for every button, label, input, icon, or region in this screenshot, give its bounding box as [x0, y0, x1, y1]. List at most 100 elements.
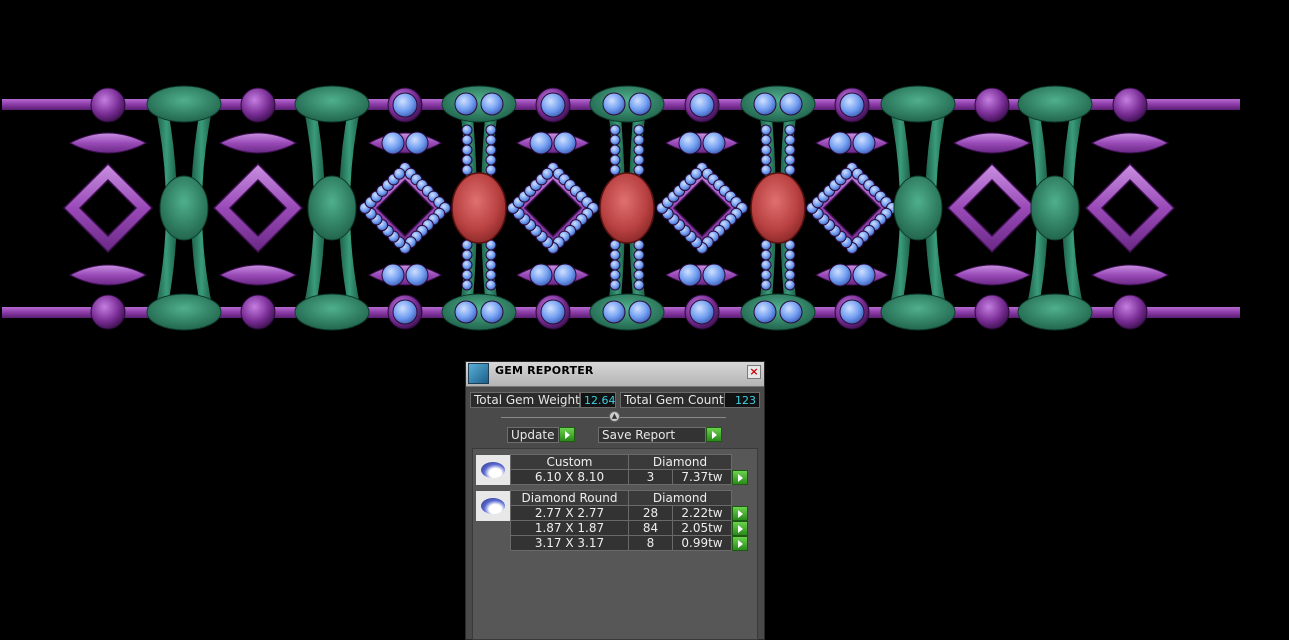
purple-marquise [664, 132, 740, 154]
diamond-stone [461, 259, 473, 271]
diamond-stone [485, 134, 497, 146]
purple-marquise [367, 132, 443, 154]
table-row: 2.77 X 2.77 28 2.22tw [510, 505, 749, 521]
diamond-stone [702, 263, 726, 287]
gem-thumbnail-icon[interactable] [475, 490, 511, 522]
diamond-stone [461, 144, 473, 156]
purple-marquise [367, 264, 443, 286]
purple-bead [974, 294, 1010, 330]
slider-knob-icon[interactable]: ▲ [609, 411, 620, 422]
purple-marquise [515, 132, 591, 154]
diamond-stone [628, 300, 652, 324]
diamond-stone [609, 134, 621, 146]
gem-size: 1.87 X 1.87 [510, 520, 629, 536]
gem-weight: 2.22tw [672, 505, 732, 521]
diamond-stone [609, 144, 621, 156]
gem-reporter-app-icon [468, 363, 489, 384]
row-go-icon[interactable] [732, 469, 748, 485]
diamond-stone [602, 300, 626, 324]
green-center [159, 175, 209, 241]
gem-group-custom: Custom Diamond 6.10 X 8.10 3 7.37tw [510, 454, 749, 485]
purple-bead [90, 87, 126, 123]
table-row: 3.17 X 3.17 8 0.99tw [510, 535, 749, 551]
green-cap [880, 85, 956, 123]
gem-size: 2.77 X 2.77 [510, 505, 629, 521]
save-report-button[interactable]: Save Report [598, 427, 706, 443]
diamond-stone [454, 300, 478, 324]
purple-marquise [515, 264, 591, 286]
diamond-stone [760, 124, 772, 136]
diamond-stone [852, 131, 876, 155]
diamond-stone [840, 167, 853, 180]
diamond-stone [678, 131, 702, 155]
diamond-stone [485, 249, 497, 261]
purple-marquise [814, 264, 890, 286]
diamond-stone [689, 299, 715, 325]
diamond-stone [633, 164, 645, 176]
purple-diamond-frame [946, 162, 1038, 254]
diamond-stone [779, 92, 803, 116]
save-report-go-icon[interactable] [706, 427, 722, 442]
diamond-stone [609, 249, 621, 261]
diamond-stone [628, 92, 652, 116]
diamond-stone [760, 279, 772, 291]
diamond-stone [784, 279, 796, 291]
diamond-stone [753, 300, 777, 324]
diamond-stone [529, 131, 553, 155]
row-go-icon[interactable] [732, 520, 748, 536]
diamond-stone [784, 144, 796, 156]
diamond-stone [485, 154, 497, 166]
green-cap [294, 293, 370, 331]
gem-size: 3.17 X 3.17 [510, 535, 629, 551]
update-button[interactable]: Update [507, 427, 559, 443]
gem-count: 3 [628, 469, 673, 485]
purple-marquise [664, 264, 740, 286]
diamond-stone [393, 167, 406, 180]
diamond-stone [609, 124, 621, 136]
diamond-stone [381, 263, 405, 287]
purple-diamond-frame [1084, 162, 1176, 254]
diamond-stone [760, 164, 772, 176]
total-count-value: 123 [724, 392, 760, 408]
gem-count: 28 [628, 505, 673, 521]
diamond-stone [553, 263, 577, 287]
green-cap [441, 293, 517, 331]
diamond-stone [678, 263, 702, 287]
diamond-stone [461, 124, 473, 136]
purple-marquise [1090, 264, 1170, 286]
panel-titlebar[interactable]: GEM REPORTER × [466, 362, 764, 387]
diamond-stone [485, 269, 497, 281]
diamond-stone [633, 259, 645, 271]
gem-thumbnail-icon[interactable] [475, 454, 511, 486]
diamond-stone [461, 134, 473, 146]
purple-marquise [952, 264, 1032, 286]
row-go-icon[interactable] [732, 535, 748, 551]
gem-count: 84 [628, 520, 673, 536]
diamond-stone [690, 167, 703, 180]
gem-count: 8 [628, 535, 673, 551]
diamond-stone [454, 92, 478, 116]
row-go-icon[interactable] [732, 505, 748, 521]
purple-bead [1112, 87, 1148, 123]
table-row: 1.87 X 1.87 84 2.05tw [510, 520, 749, 536]
close-icon[interactable]: × [747, 365, 761, 379]
update-go-icon[interactable] [559, 427, 575, 442]
diamond-stone [461, 269, 473, 281]
panel-title: GEM REPORTER [495, 364, 594, 377]
diamond-stone [485, 124, 497, 136]
diamond-stone [461, 154, 473, 166]
diamond-stone [784, 249, 796, 261]
purple-bead [974, 87, 1010, 123]
diamond-stone [633, 249, 645, 261]
diamond-stone [540, 92, 566, 118]
diamond-stone [784, 164, 796, 176]
gem-weight: 0.99tw [672, 535, 732, 551]
3d-viewport[interactable] [0, 0, 1289, 360]
green-cap [589, 293, 665, 331]
purple-diamond-frame [806, 162, 898, 254]
purple-marquise [68, 264, 148, 286]
purple-bead [90, 294, 126, 330]
diamond-stone [529, 263, 553, 287]
purple-bead [240, 87, 276, 123]
diamond-stone [828, 131, 852, 155]
